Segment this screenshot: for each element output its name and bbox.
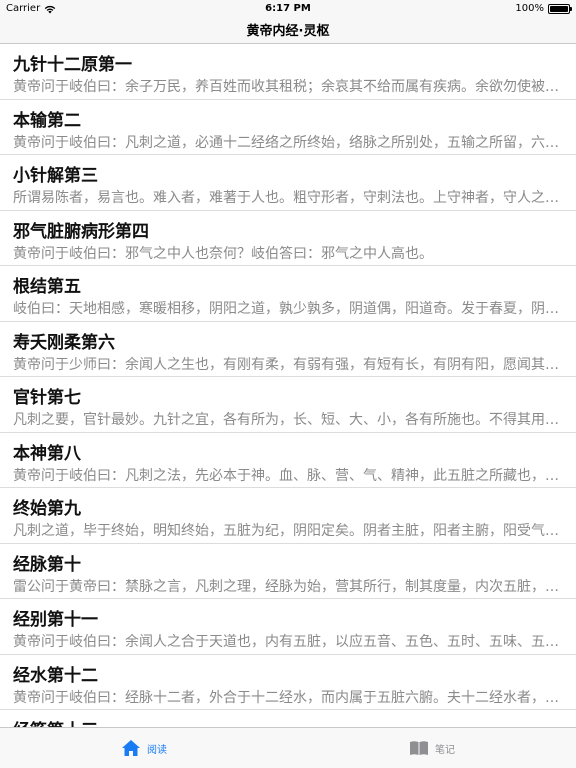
status-bar: Carrier 6:17 PM 100% (0, 0, 576, 18)
battery-icon (548, 3, 572, 14)
chapter-title: 根结第五 (13, 277, 81, 297)
tab-bar: 阅读 笔记 (0, 727, 576, 768)
notes-icon (410, 741, 428, 755)
chapter-excerpt: 雷公问于黄帝曰：禁脉之言，凡刺之理，经脉为始，营其所行，制其度量，内次五脏，外别… (13, 578, 564, 595)
chapter-title: 经脉第十 (13, 554, 81, 575)
chapter-excerpt: 黄帝问于岐伯曰：余子万民，养百姓而收其租税；余哀其不给而属有疾病。余欲勿使被毒药… (13, 79, 564, 95)
chapter-title: 本输第二 (13, 110, 81, 131)
chapter-title: 官针第七 (13, 388, 81, 408)
chapter-title: 小针解第三 (13, 166, 98, 186)
chapter-excerpt: 黄帝问于岐伯曰：邪气之中人也奈何？岐伯答曰：邪气之中人高也。 (13, 245, 433, 262)
chapter-excerpt: 黄帝问于岐伯曰：凡刺之法，先必本于神。血、脉、营、气、精神，此五脏之所藏也，至其… (13, 467, 564, 484)
chapter-title: 终始第九 (13, 499, 81, 519)
chapter-title: 经筋第十三 (13, 720, 564, 727)
chapter-list[interactable]: 九针十二原第一黄帝问于岐伯曰：余子万民，养百姓而收其租税；余哀其不给而属有疾病。… (0, 44, 576, 727)
chapter-excerpt: 凡刺之要，官针最妙。九针之宜，各有所为，长、短、大、小，各有所施也。不得其用，病… (13, 412, 564, 428)
chapter-title: 邪气脏腑病形第四 (13, 221, 149, 242)
chapter-row[interactable]: 小针解第三所谓易陈者，易言也。难入者，难著于人也。粗守形者，守刺法也。上守神者，… (0, 155, 576, 211)
tab-notes-label: 笔记 (435, 744, 455, 756)
chapter-row[interactable]: 根结第五岐伯曰：天地相感，寒暖相移，阴阳之道，孰少孰多，阴道偶，阳道奇。发于春夏… (0, 266, 576, 322)
chapter-row[interactable]: 邪气脏腑病形第四黄帝问于岐伯曰：邪气之中人也奈何？岐伯答曰：邪气之中人高也。 (0, 211, 576, 266)
battery-percent: 100% (515, 3, 544, 14)
tab-read-label: 阅读 (147, 744, 167, 756)
tab-notes[interactable]: 笔记 (288, 728, 576, 768)
chapter-row[interactable]: 本神第八黄帝问于岐伯曰：凡刺之法，先必本于神。血、脉、营、气、精神，此五脏之所藏… (0, 433, 576, 488)
chapter-excerpt: 黄帝问于岐伯曰：经脉十二者，外合于十二经水，而内属于五脏六腑。夫十二经水者，其有… (13, 689, 564, 706)
tab-read[interactable]: 阅读 (0, 728, 288, 768)
nav-title: 黄帝内经·灵枢 (0, 18, 576, 44)
chapter-row[interactable]: 九针十二原第一黄帝问于岐伯曰：余子万民，养百姓而收其租税；余哀其不给而属有疾病。… (0, 44, 576, 100)
chapter-title: 寿夭刚柔第六 (13, 332, 115, 353)
chapter-row[interactable]: 官针第七凡刺之要，官针最妙。九针之宜，各有所为，长、短、大、小，各有所施也。不得… (0, 377, 576, 433)
status-time: 6:17 PM (265, 3, 311, 14)
chapter-row[interactable]: 经脉第十雷公问于黄帝曰：禁脉之言，凡刺之理，经脉为始，营其所行，制其度量，内次五… (0, 544, 576, 599)
chapter-title: 经水第十二 (13, 665, 98, 686)
chapter-row[interactable]: 经水第十二黄帝问于岐伯曰：经脉十二者，外合于十二经水，而内属于五脏六腑。夫十二经… (0, 655, 576, 710)
chapter-excerpt: 黄帝问于岐伯曰：凡刺之道，必通十二经络之所终始，络脉之所别处，五输之所留，六腑之… (13, 134, 564, 151)
chapter-excerpt: 黄帝问于岐伯曰：余闻人之合于天道也，内有五脏，以应五音、五色、五时、五味、五位也 (13, 634, 564, 650)
chapter-row[interactable]: 寿夭刚柔第六黄帝问于少师曰：余闻人之生也，有刚有柔，有弱有强，有短有长，有阴有阳… (0, 322, 576, 377)
home-icon (122, 740, 140, 756)
chapter-excerpt: 黄帝问于少师曰：余闻人之生也，有刚有柔，有弱有强，有短有长，有阴有阳，愿闻其方。 (13, 356, 564, 373)
chapter-row[interactable]: 本输第二黄帝问于岐伯曰：凡刺之道，必通十二经络之所终始，络脉之所别处，五输之所留… (0, 100, 576, 155)
status-right: 100% (515, 3, 572, 14)
chapter-excerpt: 所谓易陈者，易言也。难入者，难著于人也。粗守形者，守刺法也。上守神者，守人之血气… (13, 190, 564, 206)
chapter-title: 本神第八 (13, 443, 81, 464)
chapter-title: 经别第十一 (13, 610, 98, 630)
chapter-excerpt: 凡刺之道，毕于终始，明知终始，五脏为纪，阴阳定矣。阴者主脏，阳者主腑，阳受气于四… (13, 523, 564, 539)
chapter-row[interactable]: 终始第九凡刺之道，毕于终始，明知终始，五脏为纪，阴阳定矣。阴者主脏，阳者主腑，阳… (0, 488, 576, 544)
chapter-excerpt: 岐伯曰：天地相感，寒暖相移，阴阳之道，孰少孰多，阴道偶，阳道奇。发于春夏，阴气少… (13, 301, 564, 317)
chapter-row[interactable]: 经别第十一黄帝问于岐伯曰：余闻人之合于天道也，内有五脏，以应五音、五色、五时、五… (0, 599, 576, 655)
chapter-row[interactable]: 经筋第十三 (0, 710, 576, 727)
chapter-title: 九针十二原第一 (13, 55, 132, 75)
